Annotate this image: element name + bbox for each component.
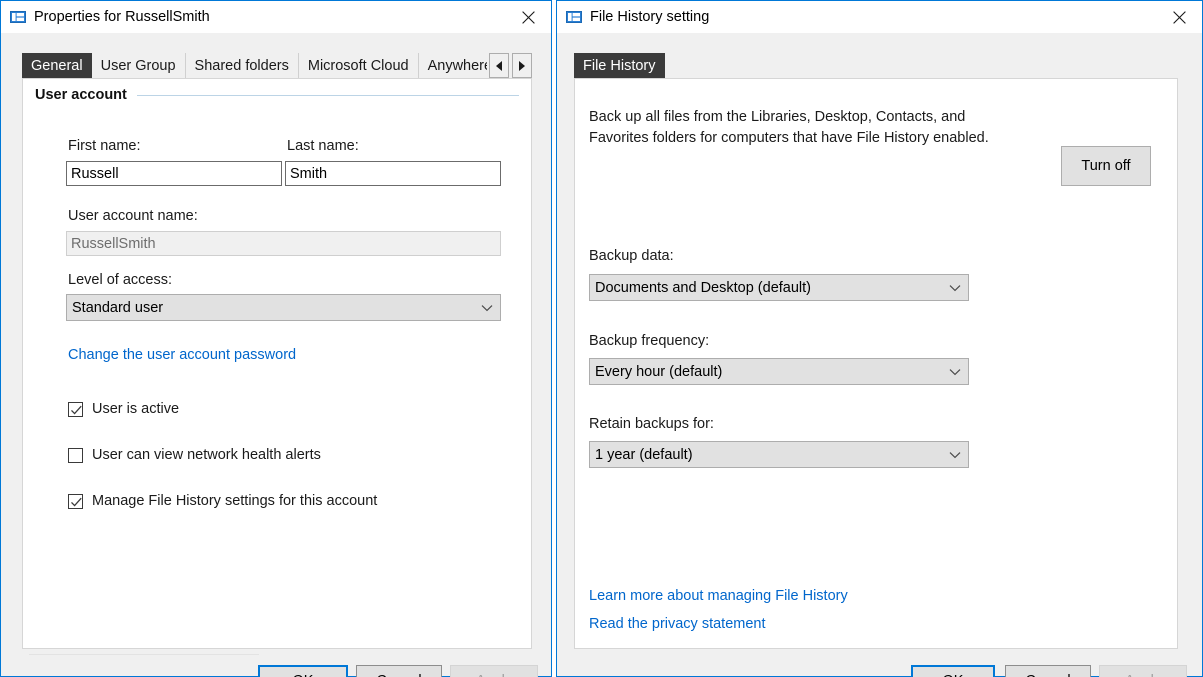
tab-shared-folders-label: Shared folders [194,57,289,74]
file-history-body: File History Back up all files from the … [557,33,1202,677]
chevron-down-icon [942,451,968,459]
backup-frequency-value: Every hour (default) [595,363,723,380]
tab-shared-folders[interactable]: Shared folders [185,53,299,78]
backup-data-label: Backup data: [589,248,674,264]
checkbox-box [68,447,83,463]
ok-button-label: OK [943,673,964,677]
tab-file-history-label: File History [583,57,656,74]
last-name-input[interactable]: Smith [285,161,501,186]
general-tab-pane: User account First name: Russell Last na… [22,78,532,649]
chevron-down-icon [942,284,968,292]
footer-divider [29,654,259,655]
tab-microsoft-cloud-label: Microsoft Cloud [307,57,409,74]
turn-off-button-label: Turn off [1081,158,1131,174]
learn-more-link[interactable]: Learn more about managing File History [589,588,848,604]
properties-title: Properties for RussellSmith [34,9,210,25]
triangle-right-icon[interactable] [512,53,532,78]
tab-general-label: General [31,57,83,74]
account-name-input: RussellSmith [66,231,501,256]
checkbox-manage-file-history[interactable]: Manage File History settings for this ac… [68,493,377,509]
tab-microsoft-cloud[interactable]: Microsoft Cloud [298,53,419,78]
properties-body: General User Group Shared folders Micros… [1,33,551,677]
file-history-tabstrip: File History [574,53,1178,78]
properties-window: Properties for RussellSmith General User… [0,0,552,677]
file-history-titlebar: File History setting [557,1,1202,33]
tab-general[interactable]: General [22,53,92,78]
level-of-access-label: Level of access: [68,272,172,288]
first-name-input[interactable]: Russell [66,161,282,186]
file-history-window: File History setting File History Back u… [556,0,1203,677]
apply-button-label: Apply [1125,673,1161,677]
file-history-description: Back up all files from the Libraries, De… [589,109,989,146]
backup-data-select[interactable]: Documents and Desktop (default) [589,274,969,301]
first-name-label: First name: [68,138,141,154]
checkbox-view-network-health-alerts[interactable]: User can view network health alerts [68,447,321,463]
first-name-value: Russell [71,165,119,182]
turn-off-button[interactable]: Turn off [1061,146,1151,186]
last-name-label: Last name: [287,138,359,154]
account-name-label: User account name: [68,208,198,224]
checkbox-label: User can view network health alerts [92,447,321,463]
user-account-group-header: User account [35,87,519,103]
chevron-down-icon [474,304,500,312]
retain-backups-value: 1 year (default) [595,446,693,463]
backup-frequency-label: Backup frequency: [589,333,710,349]
chevron-down-icon [942,368,968,376]
close-icon[interactable] [505,2,551,33]
ok-button[interactable]: OK [911,665,995,677]
properties-tabstrip: General User Group Shared folders Micros… [22,53,532,78]
triangle-left-icon[interactable] [489,53,509,78]
retain-backups-label: Retain backups for: [589,416,714,432]
close-icon[interactable] [1156,2,1202,33]
tab-anywhere-access-label: Anywhere Access [427,57,487,74]
privacy-statement-link[interactable]: Read the privacy statement [589,616,766,632]
checkbox-label: Manage File History settings for this ac… [92,493,378,509]
file-history-pane: Back up all files from the Libraries, De… [574,78,1178,649]
tab-user-group[interactable]: User Group [91,53,186,78]
level-of-access-value: Standard user [72,299,164,316]
group-title: User account [35,87,127,103]
tab-anywhere-access[interactable]: Anywhere Access [418,53,487,78]
screen: Properties for RussellSmith General User… [0,0,1203,677]
level-of-access-select[interactable]: Standard user [66,294,501,321]
backup-frequency-select[interactable]: Every hour (default) [589,358,969,385]
apply-button: Apply [450,665,538,677]
window-layout-icon [10,9,26,25]
retain-backups-select[interactable]: 1 year (default) [589,441,969,468]
last-name-value: Smith [290,165,328,182]
properties-titlebar: Properties for RussellSmith [1,1,551,33]
group-rule [136,94,519,96]
checkbox-box [68,401,83,417]
account-name-value: RussellSmith [71,235,156,252]
ok-button-label: OK [293,673,314,677]
file-history-title: File History setting [590,9,710,25]
tab-scroll-buttons [489,53,532,78]
window-layout-icon [566,9,582,25]
cancel-button-label: Cancel [376,673,421,677]
tab-user-group-label: User Group [100,57,176,74]
change-password-link[interactable]: Change the user account password [68,347,296,363]
checkbox-user-is-active[interactable]: User is active [68,401,179,417]
ok-button[interactable]: OK [258,665,348,677]
tab-file-history[interactable]: File History [574,53,665,78]
checkbox-label: User is active [92,401,180,417]
checkbox-box [68,493,83,509]
apply-button: Apply [1099,665,1187,677]
cancel-button[interactable]: Cancel [356,665,442,677]
cancel-button[interactable]: Cancel [1005,665,1091,677]
backup-data-value: Documents and Desktop (default) [595,279,811,296]
cancel-button-label: Cancel [1025,673,1070,677]
apply-button-label: Apply [476,673,512,677]
